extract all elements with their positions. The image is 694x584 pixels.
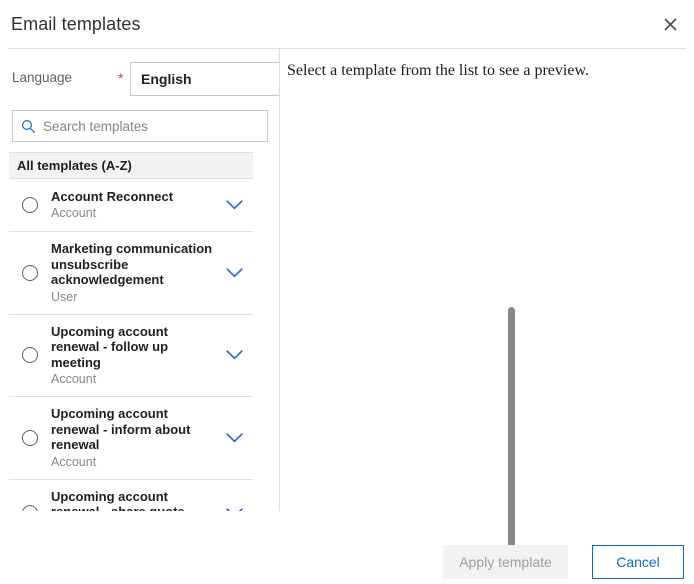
language-field[interactable]: English [130, 62, 280, 96]
template-preview-pane: Select a template from the list to see a… [280, 49, 694, 511]
list-item-subtitle: Account [51, 454, 97, 469]
template-list-pane: Language * English All templates (A-Z) [0, 49, 515, 569]
dialog-header: Email templates [0, 0, 694, 48]
list-item-title: Upcoming account renewal - share quote [51, 488, 185, 512]
list-item-title: Account Reconnect [51, 188, 174, 204]
search-input[interactable] [43, 112, 267, 140]
list-item-title: Upcoming account renewal - inform about … [51, 406, 191, 452]
list-item[interactable]: Marketing communication unsubscribe ackn… [9, 231, 253, 314]
templates-list: All templates (A-Z) Account Reconnect Ac… [9, 152, 261, 511]
apply-template-button[interactable]: Apply template [443, 545, 568, 579]
list-item-subtitle: Account [51, 206, 97, 221]
preview-placeholder-text: Select a template from the list to see a… [287, 62, 589, 79]
list-item-text: Marketing communication unsubscribe ackn… [51, 241, 219, 305]
chevron-down-icon[interactable] [219, 345, 249, 365]
list-item[interactable]: Upcoming account renewal - inform about … [9, 396, 253, 479]
email-templates-dialog: Email templates Language * English Searc… [0, 0, 694, 584]
close-button[interactable] [654, 8, 686, 40]
list-item-text: Account Reconnect Account [51, 189, 219, 222]
search-box[interactable] [12, 110, 268, 142]
list-item[interactable]: Account Reconnect Account [9, 178, 253, 231]
language-row: Language * English [12, 62, 280, 96]
list-item-text: Upcoming account renewal - inform about … [51, 406, 219, 470]
radio-button[interactable] [22, 429, 38, 446]
radio-button[interactable] [22, 264, 38, 281]
chevron-down-icon[interactable] [219, 428, 249, 448]
list-items-container: Account Reconnect Account Marketing comm… [9, 178, 253, 511]
list-item[interactable]: Upcoming account renewal - follow up mee… [9, 313, 253, 396]
radio-button[interactable] [22, 197, 38, 213]
list-item-subtitle: User [51, 289, 78, 304]
list-scrollbar[interactable] [253, 153, 515, 569]
list-group-header-label: All templates (A-Z) [17, 158, 132, 173]
required-indicator: * [118, 70, 124, 86]
search-icon [13, 111, 43, 141]
chevron-down-icon[interactable] [219, 503, 249, 511]
list-item-text: Upcoming account renewal - follow up mee… [51, 324, 219, 388]
list-item-subtitle: Account [51, 372, 97, 386]
list-item-title: Marketing communication unsubscribe ackn… [51, 241, 213, 287]
chevron-down-icon[interactable] [219, 263, 249, 283]
list-group-header: All templates (A-Z) [9, 153, 253, 178]
language-label: Language [12, 70, 73, 85]
chevron-down-icon[interactable] [219, 195, 249, 215]
list-item-text: Upcoming account renewal - share quote A… [51, 489, 219, 512]
dialog-footer: Apply template Cancel [0, 511, 694, 584]
radio-button[interactable] [22, 347, 38, 364]
language-value: English [141, 71, 192, 87]
close-icon [663, 17, 677, 31]
cancel-button[interactable]: Cancel [592, 545, 684, 579]
list-item-title: Upcoming account renewal - follow up mee… [51, 323, 169, 370]
page-title: Email templates [11, 14, 141, 34]
list-item[interactable]: Upcoming account renewal - share quote A… [9, 478, 253, 512]
